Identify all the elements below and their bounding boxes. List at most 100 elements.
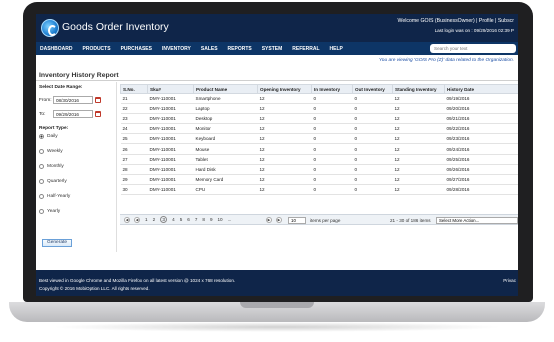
- table-cell: 30: [120, 184, 148, 195]
- panel-divider: [116, 82, 117, 252]
- radio-daily[interactable]: Daily: [39, 134, 58, 139]
- from-label: From:: [39, 97, 52, 103]
- table-cell: DMY-110001: [147, 103, 194, 115]
- col-header[interactable]: Opening Inventory: [257, 84, 312, 94]
- table-cell: Smartphone: [193, 93, 258, 105]
- page-number[interactable]: 8: [202, 217, 205, 223]
- radio-icon[interactable]: [39, 194, 44, 199]
- table-row[interactable]: 26 DMY-110001 Mouse 12 0 0 12 09/24/2016: [120, 143, 518, 155]
- table-cell: 09/25/2016: [444, 154, 518, 165]
- nav-help[interactable]: HELP: [330, 46, 343, 52]
- page-number[interactable]: 2: [153, 217, 156, 223]
- welcome-text[interactable]: Welcome GOIS (BusinessOwner) | Profile |…: [398, 18, 514, 24]
- calendar-icon[interactable]: [95, 97, 101, 103]
- page-number[interactable]: 10: [218, 217, 223, 223]
- table-cell: 0: [352, 93, 393, 105]
- first-page-icon[interactable]: ◀: [124, 217, 130, 223]
- col-header[interactable]: In Inventory: [311, 84, 353, 94]
- radio-label: Quarterly: [47, 179, 67, 184]
- nav-system[interactable]: SYSTEM: [262, 46, 283, 52]
- prev-page-icon[interactable]: ◀: [134, 217, 140, 223]
- nav-sales[interactable]: SALES: [201, 46, 218, 52]
- page-number[interactable]: 5: [180, 217, 183, 223]
- radio-icon[interactable]: [39, 179, 44, 184]
- page-number[interactable]: ...: [228, 217, 232, 223]
- radio-monthly[interactable]: Monthly: [39, 164, 64, 169]
- page-number[interactable]: 9: [210, 217, 213, 223]
- search-input[interactable]: [430, 44, 516, 53]
- from-date-input[interactable]: 08/30/2016: [53, 96, 93, 104]
- table-row[interactable]: 24 DMY-110001 Monitor 12 0 0 12 09/22/2016: [120, 123, 518, 135]
- table-row[interactable]: 25 DMY-110001 Keyboard 12 0 0 12 09/23/2016: [120, 133, 518, 145]
- table-cell: 12: [392, 174, 445, 185]
- table-cell: 12: [257, 143, 312, 155]
- table-cell: DMY-110001: [147, 164, 194, 175]
- table-cell: 0: [352, 133, 393, 145]
- table-cell: DMY-110001: [147, 184, 194, 195]
- nav-purchases[interactable]: PURCHASES: [121, 46, 152, 52]
- table-row[interactable]: 30 DMY-110001 CPU 12 0 0 12 09/28/2016: [120, 184, 518, 195]
- page-number[interactable]: 6: [187, 217, 190, 223]
- nav-inventory[interactable]: INVENTORY: [162, 46, 191, 52]
- radio-icon[interactable]: [39, 149, 44, 154]
- nav-dashboard[interactable]: DASHBOARD: [40, 46, 73, 52]
- laptop-frame: Goods Order Inventory Welcome GOIS (Busi…: [0, 0, 554, 342]
- nav-products[interactable]: PRODUCTS: [83, 46, 111, 52]
- more-action-select[interactable]: Select More Action...: [436, 216, 518, 224]
- page-number[interactable]: 7: [195, 217, 198, 223]
- table-cell: 12: [392, 123, 445, 135]
- page-number[interactable]: 1: [145, 217, 148, 223]
- radio-half-yearly[interactable]: Half-Yearly: [39, 194, 70, 199]
- privacy-link[interactable]: Privac: [503, 278, 516, 283]
- col-header[interactable]: Standing Inventory: [392, 84, 445, 94]
- table-cell: 12: [257, 174, 312, 185]
- table-cell: DMY-110001: [147, 154, 194, 165]
- table-row[interactable]: 23 DMY-110001 Desktop 12 0 0 12 09/21/2016: [120, 113, 518, 125]
- radio-icon[interactable]: [39, 164, 44, 169]
- col-header[interactable]: Out Inventory: [352, 84, 393, 94]
- last-page-icon[interactable]: ▶: [276, 217, 282, 223]
- table-cell: 09/23/2016: [444, 133, 518, 145]
- page-number[interactable]: 3: [160, 216, 168, 223]
- table-cell: Hard Disk: [193, 164, 258, 175]
- app-logo-icon[interactable]: [41, 19, 59, 37]
- table-cell: 0: [352, 103, 393, 115]
- to-date-input[interactable]: 09/29/2016: [53, 110, 93, 118]
- col-header[interactable]: Sku#: [147, 84, 194, 94]
- radio-yearly[interactable]: Yearly: [39, 209, 60, 214]
- nav-reports[interactable]: REPORTS: [228, 46, 252, 52]
- radio-quarterly[interactable]: Quarterly: [39, 179, 67, 184]
- table-cell: 0: [311, 103, 353, 115]
- next-page-icon[interactable]: ▶: [266, 217, 272, 223]
- col-header[interactable]: S.No.: [120, 84, 148, 94]
- radio-weekly[interactable]: Weekly: [39, 149, 63, 154]
- radio-icon[interactable]: [39, 209, 44, 214]
- table-row[interactable]: 21 DMY-110001 Smartphone 12 0 0 12 09/19/2016: [120, 93, 518, 105]
- table-row[interactable]: 27 DMY-110001 Tablet 12 0 0 12 09/25/2016: [120, 154, 518, 165]
- item-range: 21 - 30 of 186 items: [390, 218, 431, 223]
- radio-label: Half-Yearly: [47, 194, 71, 199]
- calendar-icon[interactable]: [95, 111, 101, 117]
- table-row[interactable]: 22 DMY-110001 Laptop 12 0 0 12 09/20/2016: [120, 103, 518, 115]
- table-row[interactable]: 29 DMY-110001 Memory Card 12 0 0 12 09/27/2016: [120, 174, 518, 185]
- per-page-select[interactable]: 10: [288, 216, 306, 224]
- radio-selected-icon[interactable]: [39, 134, 44, 139]
- table-row[interactable]: 28 DMY-110001 Hard Disk 12 0 0 12 09/26/2016: [120, 164, 518, 175]
- col-header[interactable]: History Date: [444, 84, 518, 94]
- table-cell: 24: [120, 123, 148, 135]
- page-number[interactable]: 4: [172, 217, 175, 223]
- generate-button[interactable]: Generate: [42, 239, 72, 247]
- table-cell: 12: [392, 113, 445, 125]
- table-cell: 09/26/2016: [444, 164, 518, 175]
- nav-menu: DASHBOARD PRODUCTS PURCHASES INVENTORY S…: [40, 42, 353, 55]
- nav-referral[interactable]: REFERRAL: [292, 46, 319, 52]
- table-cell: 12: [392, 93, 445, 105]
- col-header[interactable]: Product Name: [193, 84, 258, 94]
- table-cell: 12: [392, 154, 445, 165]
- table-cell: Keyboard: [193, 133, 258, 145]
- table-cell: 0: [311, 113, 353, 125]
- laptop-notch: [240, 302, 314, 308]
- history-table: S.No. Sku# Product Name Opening Inventor…: [120, 84, 518, 195]
- last-login-text: Last login was on : 09/29/2016 02:39 P: [434, 28, 514, 33]
- to-date-row: To: 09/29/2016: [39, 110, 101, 118]
